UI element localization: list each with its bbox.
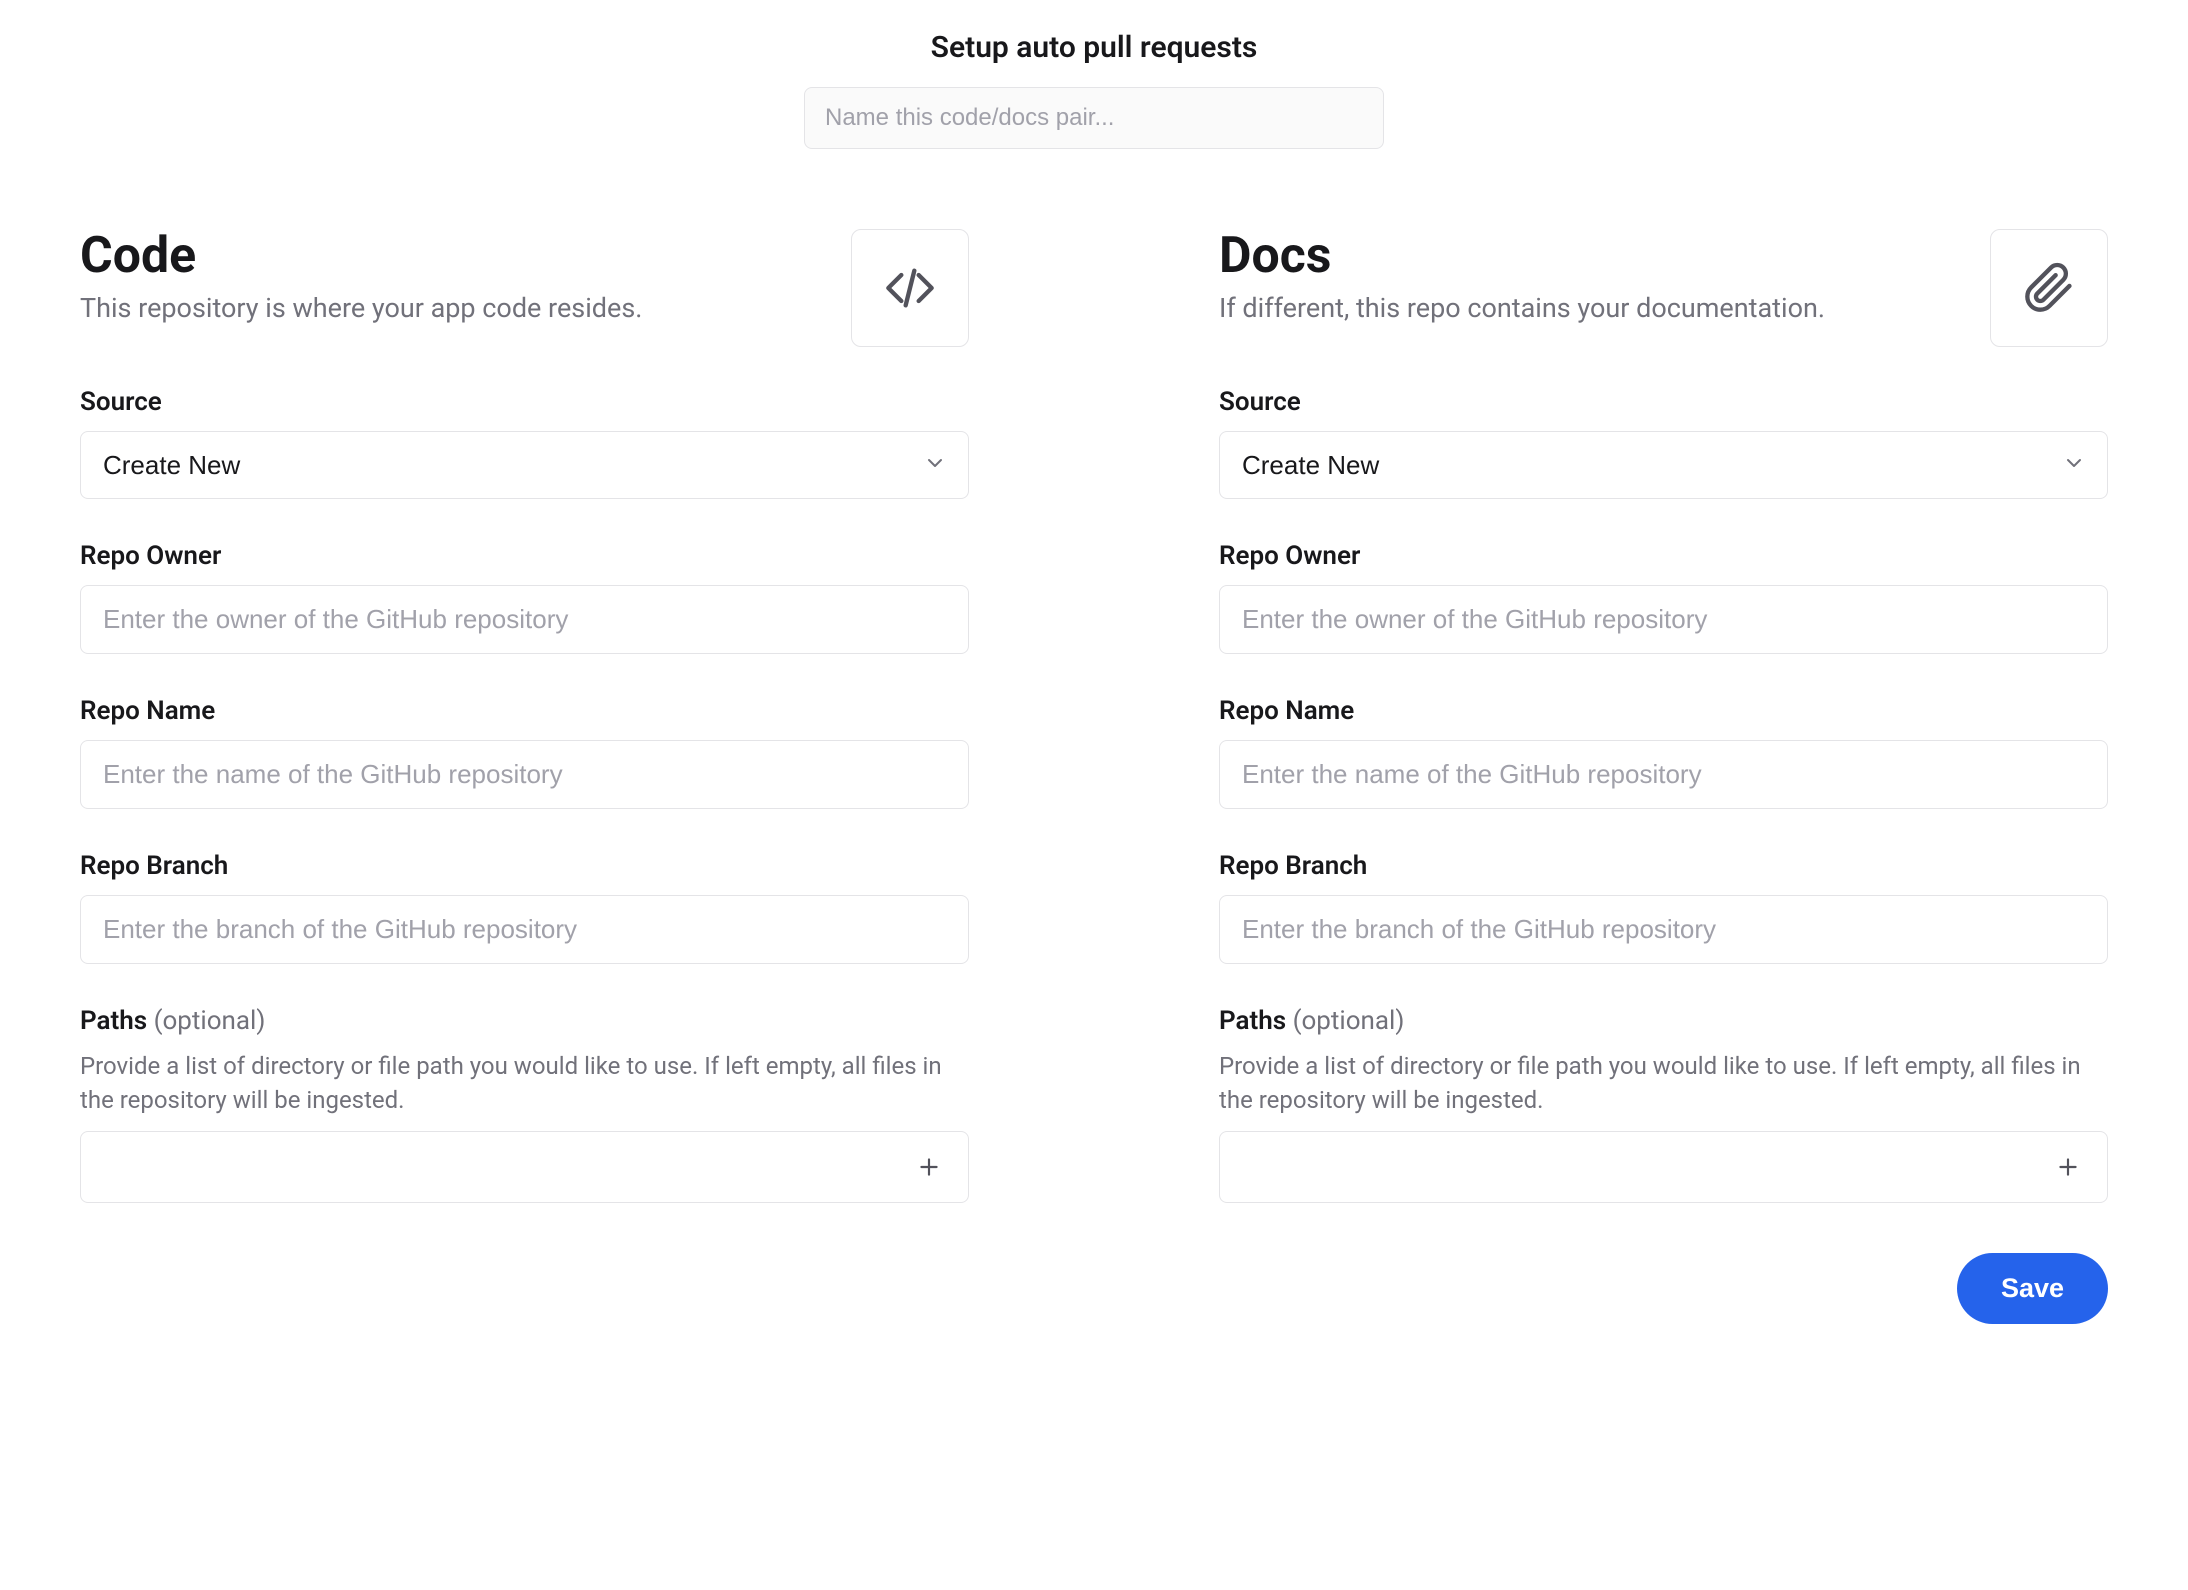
code-section-title: Code — [80, 229, 642, 284]
docs-branch-input[interactable] — [1219, 895, 2108, 964]
code-name-input[interactable] — [80, 740, 969, 809]
docs-branch-label: Repo Branch — [1219, 851, 2108, 881]
docs-name-input[interactable] — [1219, 740, 2108, 809]
attachment-icon — [1990, 229, 2108, 347]
docs-name-label: Repo Name — [1219, 696, 2108, 726]
docs-section-title: Docs — [1219, 229, 1825, 284]
code-add-path-button[interactable] — [912, 1150, 946, 1184]
page-title: Setup auto pull requests — [80, 30, 2108, 65]
docs-paths-label: Paths (optional) — [1219, 1006, 2108, 1036]
code-column: Code This repository is where your app c… — [80, 229, 969, 1203]
code-section-subtitle: This repository is where your app code r… — [80, 292, 642, 324]
code-owner-input[interactable] — [80, 585, 969, 654]
docs-owner-label: Repo Owner — [1219, 541, 2108, 571]
save-button[interactable]: Save — [1957, 1253, 2108, 1324]
code-source-select[interactable]: Create New — [80, 431, 969, 499]
code-name-label: Repo Name — [80, 696, 969, 726]
docs-column: Docs If different, this repo contains yo… — [1219, 229, 2108, 1203]
docs-paths-help: Provide a list of directory or file path… — [1219, 1050, 2108, 1117]
code-branch-label: Repo Branch — [80, 851, 969, 881]
docs-source-select[interactable]: Create New — [1219, 431, 2108, 499]
code-paths-label: Paths (optional) — [80, 1006, 969, 1036]
docs-section-subtitle: If different, this repo contains your do… — [1219, 292, 1825, 324]
docs-paths-box[interactable] — [1219, 1131, 2108, 1203]
docs-owner-input[interactable] — [1219, 585, 2108, 654]
pair-name-input[interactable] — [804, 87, 1384, 149]
code-icon — [851, 229, 969, 347]
code-owner-label: Repo Owner — [80, 541, 969, 571]
docs-source-label: Source — [1219, 387, 2108, 417]
docs-add-path-button[interactable] — [2051, 1150, 2085, 1184]
code-paths-help: Provide a list of directory or file path… — [80, 1050, 969, 1117]
code-branch-input[interactable] — [80, 895, 969, 964]
code-source-label: Source — [80, 387, 969, 417]
code-paths-box[interactable] — [80, 1131, 969, 1203]
